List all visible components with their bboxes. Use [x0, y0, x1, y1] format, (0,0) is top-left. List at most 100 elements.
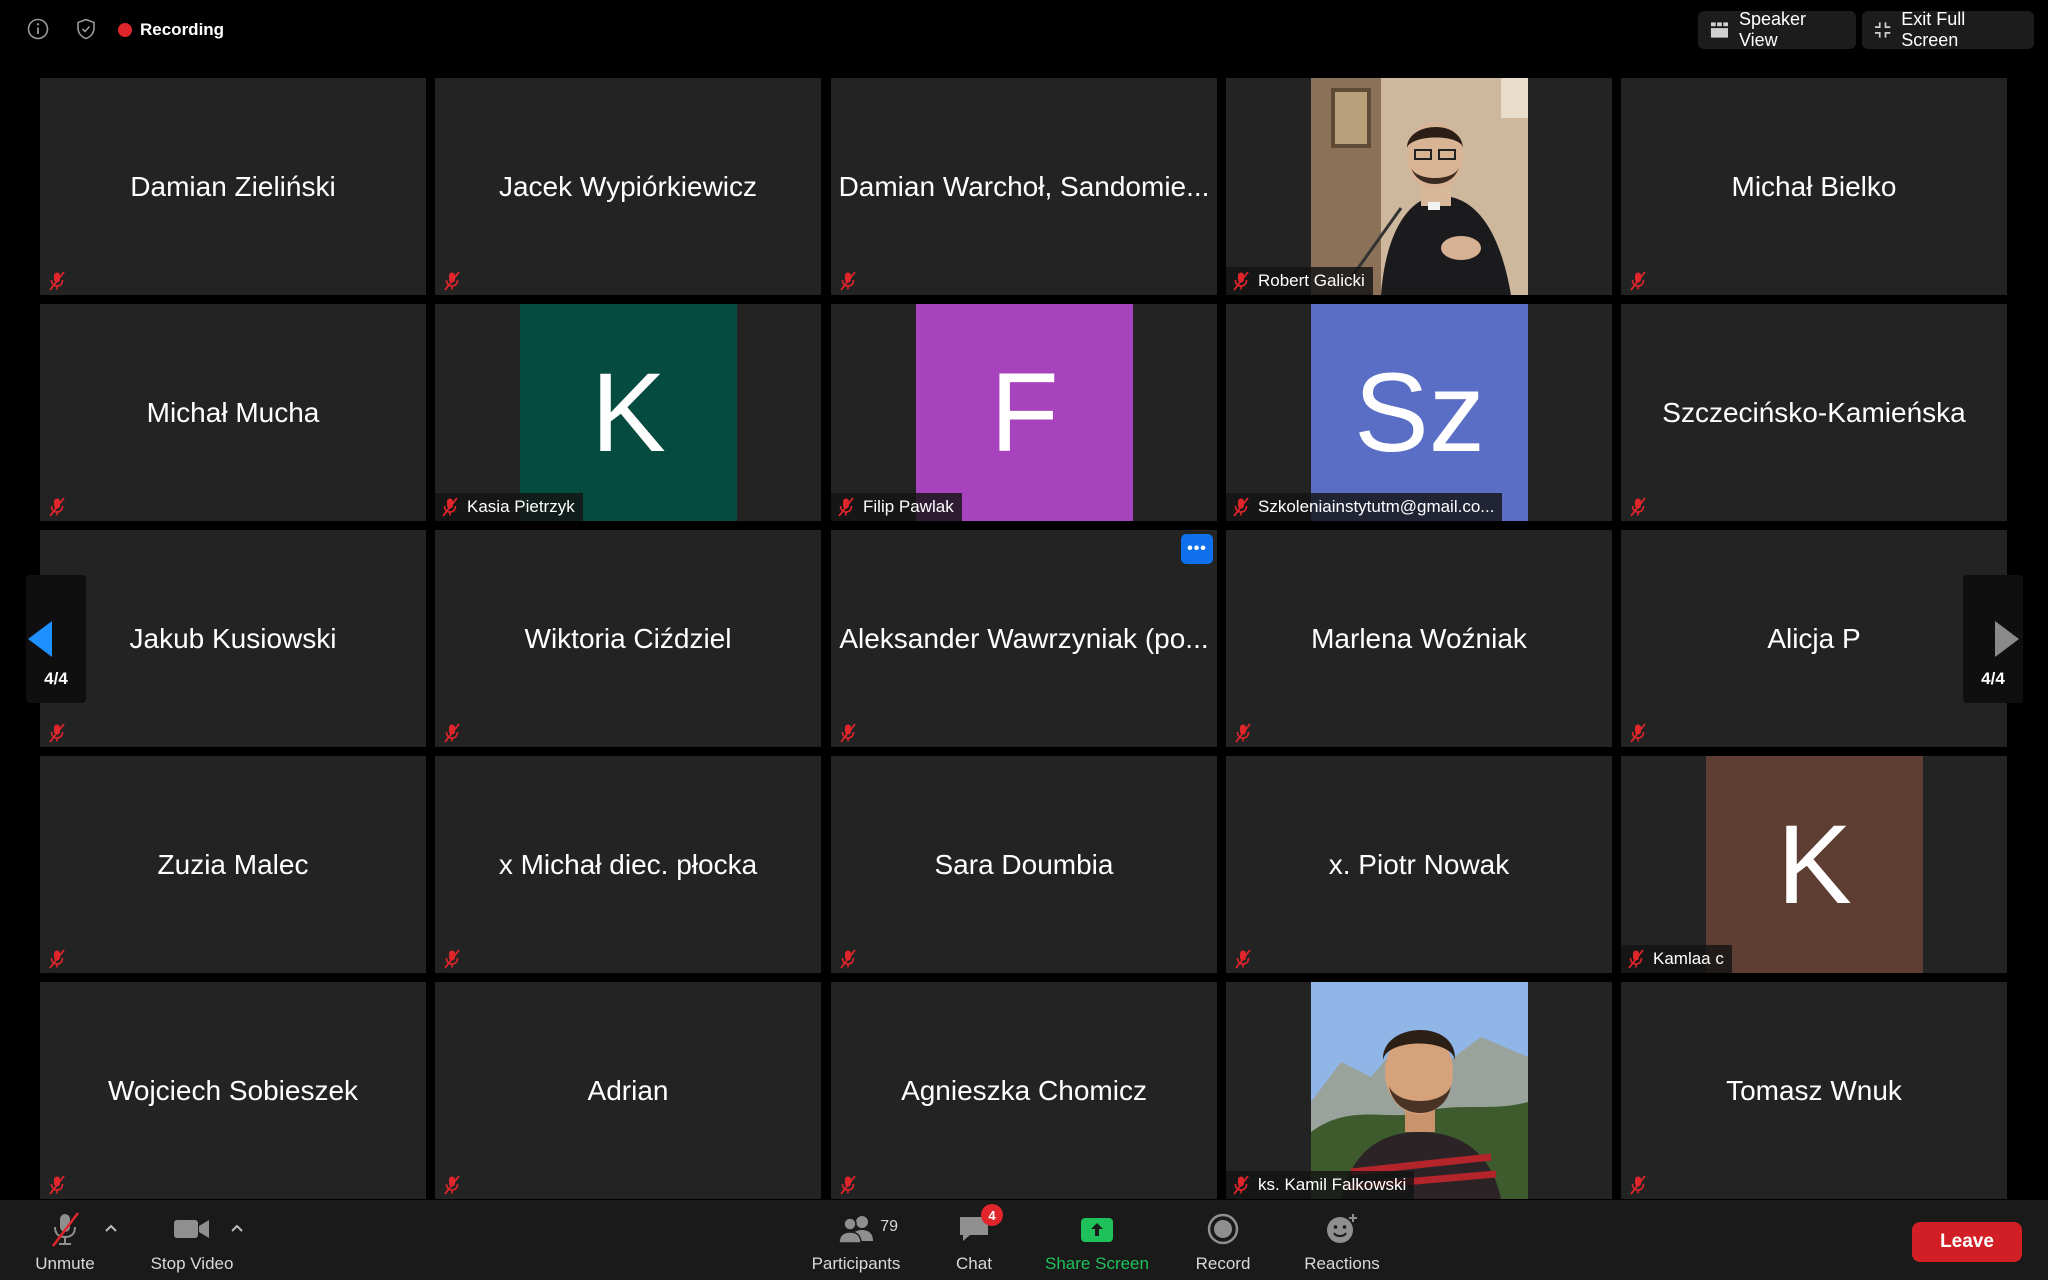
chat-label: Chat — [956, 1254, 992, 1273]
chat-unread-badge: 4 — [981, 1204, 1003, 1226]
unmute-label: Unmute — [35, 1254, 95, 1273]
participant-name: Sara Doumbia — [934, 848, 1114, 880]
reactions-button[interactable]: Reactions — [1282, 1210, 1402, 1274]
muted-mic-icon — [443, 723, 461, 743]
participants-button[interactable]: 79 Participants — [796, 1210, 916, 1274]
muted-mic-icon — [443, 1175, 461, 1195]
participant-name-label: Filip Pawlak — [831, 493, 962, 521]
next-page-button[interactable]: 4/4 — [1963, 575, 2023, 703]
participant-name: Kasia Pietrzyk — [467, 497, 575, 516]
muted-mic-icon — [441, 497, 459, 517]
participant-tile[interactable]: Sz Szkoleniainstytutm@gmail.co... — [1226, 304, 1612, 521]
video-camera-icon — [172, 1210, 212, 1248]
participant-tile[interactable]: Marlena Woźniak — [1226, 530, 1612, 747]
muted-mic-icon — [839, 1175, 857, 1195]
participants-icon: 79 — [836, 1210, 898, 1248]
muted-mic-icon — [443, 271, 461, 291]
participant-tile[interactable]: Alicja P — [1621, 530, 2007, 747]
muted-mic-icon — [837, 497, 855, 517]
muted-mic-icon — [1234, 949, 1252, 969]
muted-mic-icon — [1234, 723, 1252, 743]
participant-name: Szczecińsko-Kamieńska — [1662, 396, 1966, 428]
muted-mic-icon — [48, 497, 66, 517]
meeting-toolbar: Unmute Stop Video 79 Participants 4 Chat… — [0, 1200, 2048, 1280]
muted-microphone-icon — [45, 1210, 85, 1248]
muted-mic-icon — [839, 271, 857, 291]
participant-tile[interactable]: K Kamlaa c — [1621, 756, 2007, 973]
participant-name-label: Kamlaa c — [1621, 945, 1732, 973]
muted-mic-icon — [1629, 271, 1647, 291]
participant-name: Robert Galicki — [1258, 271, 1365, 290]
participant-tile[interactable]: Michał Bielko — [1621, 78, 2007, 295]
participant-tile[interactable]: Michał Mucha — [40, 304, 426, 521]
participant-tile[interactable]: x. Piotr Nowak — [1226, 756, 1612, 973]
participant-name: Jakub Kusiowski — [129, 622, 337, 654]
participant-tile[interactable]: Aleksander Wawrzyniak (po... ••• — [831, 530, 1217, 747]
participant-tile[interactable]: Jakub Kusiowski — [40, 530, 426, 747]
muted-mic-icon — [1629, 723, 1647, 743]
page-indicator-left: 4/4 — [44, 669, 68, 688]
chat-icon: 4 — [957, 1204, 1003, 1248]
reactions-icon — [1324, 1210, 1360, 1248]
muted-mic-icon — [1629, 1175, 1647, 1195]
participant-tile[interactable]: Jacek Wypiórkiewicz — [435, 78, 821, 295]
participant-tile[interactable]: Sara Doumbia — [831, 756, 1217, 973]
muted-mic-icon — [1627, 949, 1645, 969]
participant-name: ks. Kamil Falkowski — [1258, 1175, 1407, 1194]
share-screen-button[interactable]: Share Screen — [1037, 1210, 1157, 1274]
avatar: F — [916, 304, 1133, 521]
participant-name: Zuzia Malec — [157, 848, 309, 880]
participant-tile[interactable]: K Kasia Pietrzyk — [435, 304, 821, 521]
participant-tile[interactable]: Adrian — [435, 982, 821, 1199]
participant-name: Jacek Wypiórkiewicz — [498, 170, 758, 202]
chevron-up-icon[interactable] — [229, 1222, 245, 1234]
unmute-button[interactable]: Unmute — [5, 1210, 125, 1274]
arrow-left-icon — [28, 621, 52, 657]
participant-name: Tomasz Wnuk — [1726, 1074, 1902, 1106]
avatar: K — [520, 304, 737, 521]
participant-name: Filip Pawlak — [863, 497, 954, 516]
participant-name: Agnieszka Chomicz — [901, 1074, 1147, 1106]
reactions-label: Reactions — [1304, 1254, 1380, 1273]
chevron-up-icon[interactable] — [103, 1222, 119, 1234]
muted-mic-icon — [1629, 497, 1647, 517]
muted-mic-icon — [839, 949, 857, 969]
participant-tile[interactable]: Zuzia Malec — [40, 756, 426, 973]
record-label: Record — [1195, 1254, 1251, 1273]
leave-button[interactable]: Leave — [1912, 1222, 2022, 1262]
muted-mic-icon — [1232, 1175, 1250, 1195]
muted-mic-icon — [1232, 271, 1250, 291]
muted-mic-icon — [48, 723, 66, 743]
participants-count: 79 — [880, 1218, 898, 1235]
participants-label: Participants — [811, 1254, 901, 1273]
muted-mic-icon — [48, 949, 66, 969]
participant-tile[interactable]: Tomasz Wnuk — [1621, 982, 2007, 1199]
participant-video — [1311, 78, 1528, 295]
participant-tile[interactable]: Damian Zieliński — [40, 78, 426, 295]
participant-name: Alicja P — [1767, 622, 1861, 654]
participant-name: Damian Warchoł, Sandomie... — [838, 170, 1210, 202]
participant-name: Szkoleniainstytutm@gmail.co... — [1258, 497, 1495, 516]
participant-tile[interactable]: Szczecińsko-Kamieńska — [1621, 304, 2007, 521]
participant-tile[interactable]: x Michał diec. płocka — [435, 756, 821, 973]
stop-video-button[interactable]: Stop Video — [132, 1210, 252, 1274]
gallery-grid: Damian Zieliński Jacek Wypiórkiewicz Damia… — [0, 0, 2048, 1200]
participant-video — [1311, 982, 1528, 1199]
participant-tile[interactable]: ks. Kamil Falkowski — [1226, 982, 1612, 1199]
participant-name-label: Robert Galicki — [1226, 267, 1373, 295]
previous-page-button[interactable]: 4/4 — [26, 575, 86, 703]
participant-tile[interactable]: Wiktoria Ciździel — [435, 530, 821, 747]
more-options-button[interactable]: ••• — [1181, 534, 1213, 564]
participant-tile[interactable]: Wojciech Sobieszek — [40, 982, 426, 1199]
participant-name: Michał Bielko — [1731, 170, 1897, 202]
muted-mic-icon — [839, 723, 857, 743]
chat-button[interactable]: 4 Chat — [914, 1204, 1034, 1274]
participant-name: Adrian — [587, 1074, 669, 1106]
muted-mic-icon — [48, 271, 66, 291]
participant-tile[interactable]: F Filip Pawlak — [831, 304, 1217, 521]
participant-tile[interactable]: Agnieszka Chomicz — [831, 982, 1217, 1199]
participant-tile[interactable]: Robert Galicki — [1226, 78, 1612, 295]
record-icon — [1206, 1210, 1240, 1248]
record-button[interactable]: Record — [1163, 1210, 1283, 1274]
participant-tile[interactable]: Damian Warchoł, Sandomie... — [831, 78, 1217, 295]
